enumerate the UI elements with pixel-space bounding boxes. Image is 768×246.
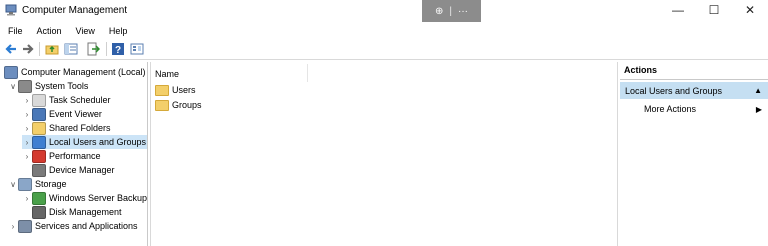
- tree-item-event-viewer[interactable]: › Event Viewer: [22, 107, 102, 121]
- tree-item-windows-server-backup[interactable]: › Windows Server Backup: [22, 191, 147, 205]
- collapse-chevron-icon[interactable]: ›: [22, 124, 32, 133]
- maximize-button[interactable]: ☐: [696, 0, 732, 20]
- collapse-chevron-icon[interactable]: ›: [22, 96, 32, 105]
- folder-icon: [155, 84, 169, 96]
- tree-item-label: Device Manager: [49, 165, 115, 175]
- actions-section-label: Local Users and Groups: [625, 85, 723, 96]
- back-arrow-icon[interactable]: [4, 42, 18, 56]
- services-applications-icon: [18, 219, 32, 233]
- actions-header: Actions: [620, 65, 768, 80]
- tree-item-system-tools[interactable]: ∨ System Tools: [8, 79, 88, 93]
- help-icon[interactable]: ?: [111, 42, 125, 56]
- actions-pane: Actions Local Users and Groups ▲ More Ac…: [620, 62, 768, 246]
- more-actions-item[interactable]: More Actions ▶: [620, 102, 768, 116]
- storage-icon: [18, 177, 32, 191]
- show-hide-tree-icon[interactable]: [64, 42, 78, 56]
- event-viewer-icon: [32, 107, 46, 121]
- toolbar-separator: [39, 42, 40, 56]
- tree-item-label: Shared Folders: [49, 123, 111, 133]
- menu-help[interactable]: Help: [101, 26, 134, 36]
- list-item-users[interactable]: Users: [155, 83, 196, 97]
- menu-view[interactable]: View: [68, 26, 101, 36]
- content-list-pane: Name Users Groups: [150, 62, 618, 246]
- title-bar: Computer Management ⊕ | ··· — ☐ ✕: [0, 0, 768, 22]
- collapse-up-icon[interactable]: ▲: [754, 86, 762, 95]
- tree-item-performance[interactable]: › Performance: [22, 149, 101, 163]
- zoom-separator: |: [449, 5, 452, 17]
- toolbar: ?: [0, 39, 768, 60]
- disk-management-icon: [32, 205, 46, 219]
- shared-folders-icon: [32, 121, 46, 135]
- column-header-name[interactable]: Name: [155, 69, 179, 79]
- list-item-label: Users: [172, 85, 196, 95]
- computer-management-icon: [4, 65, 18, 79]
- tree-item-device-manager[interactable]: Device Manager: [22, 163, 115, 177]
- local-users-groups-icon: [32, 135, 46, 149]
- menu-action[interactable]: Action: [29, 26, 68, 36]
- more-options-icon[interactable]: ···: [458, 6, 468, 17]
- actions-section-local-users-groups[interactable]: Local Users and Groups ▲: [620, 82, 768, 99]
- tree-item-label: Event Viewer: [49, 109, 102, 119]
- computer-management-app-icon: [5, 4, 17, 16]
- tree-item-storage[interactable]: ∨ Storage: [8, 177, 67, 191]
- collapse-chevron-icon[interactable]: ›: [22, 138, 32, 147]
- navigation-tree: Computer Management (Local) ∨ System Tools…: [2, 62, 148, 246]
- tree-item-disk-management[interactable]: Disk Management: [22, 205, 122, 219]
- menu-bar: File Action View Help: [0, 22, 768, 39]
- windows-server-backup-icon: [32, 191, 46, 205]
- tree-item-computer-management[interactable]: Computer Management (Local): [4, 65, 146, 79]
- tree-item-local-users-groups[interactable]: › Local Users and Groups: [22, 135, 147, 149]
- tree-item-label: Task Scheduler: [49, 95, 111, 105]
- tree-item-label: Windows Server Backup: [49, 193, 148, 203]
- device-manager-icon: [32, 163, 46, 177]
- tree-item-label: Performance: [49, 151, 101, 161]
- up-folder-icon[interactable]: [45, 42, 59, 56]
- column-divider[interactable]: [307, 64, 308, 82]
- tree-item-services-applications[interactable]: › Services and Applications: [8, 219, 138, 233]
- tree-item-label: Local Users and Groups: [49, 137, 147, 147]
- collapse-chevron-icon[interactable]: ›: [22, 110, 32, 119]
- tree-item-task-scheduler[interactable]: › Task Scheduler: [22, 93, 111, 107]
- expand-chevron-icon[interactable]: ∨: [8, 180, 18, 189]
- tree-item-label: Storage: [35, 179, 67, 189]
- forward-arrow-icon[interactable]: [21, 42, 35, 56]
- window-title: Computer Management: [22, 5, 128, 16]
- export-list-icon[interactable]: [86, 42, 100, 56]
- performance-icon: [32, 149, 46, 163]
- collapse-chevron-icon[interactable]: ›: [8, 222, 18, 231]
- toolbar-separator: [106, 42, 107, 56]
- tree-item-label: System Tools: [35, 81, 89, 91]
- list-item-groups[interactable]: Groups: [155, 98, 202, 112]
- tree-item-shared-folders[interactable]: › Shared Folders: [22, 121, 111, 135]
- task-scheduler-icon: [32, 93, 46, 107]
- zoom-toolbar: ⊕ | ···: [422, 0, 481, 22]
- menu-file[interactable]: File: [0, 26, 29, 36]
- folder-icon: [155, 99, 169, 111]
- minimize-button[interactable]: —: [660, 0, 696, 20]
- close-button[interactable]: ✕: [732, 0, 768, 20]
- system-tools-icon: [18, 79, 32, 93]
- expand-chevron-icon[interactable]: ∨: [8, 82, 18, 91]
- zoom-icon[interactable]: ⊕: [435, 6, 443, 17]
- submenu-arrow-icon: ▶: [755, 104, 762, 114]
- collapse-chevron-icon[interactable]: ›: [22, 194, 32, 203]
- properties-icon[interactable]: [130, 42, 144, 56]
- tree-item-label: Computer Management (Local): [21, 67, 146, 77]
- tree-item-label: Services and Applications: [35, 221, 138, 231]
- svg-text:?: ?: [115, 45, 121, 56]
- list-item-label: Groups: [172, 100, 202, 110]
- more-actions-label: More Actions: [644, 104, 697, 114]
- tree-item-label: Disk Management: [49, 207, 122, 217]
- collapse-chevron-icon[interactable]: ›: [22, 152, 32, 161]
